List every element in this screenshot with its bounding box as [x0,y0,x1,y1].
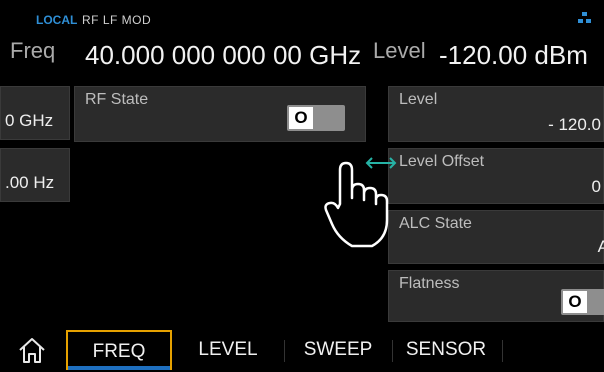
rf-state-panel[interactable]: RF State O [74,86,366,142]
level-panel-label: Level [399,91,438,108]
network-icon [578,12,592,24]
tab-divider [284,340,285,362]
tab-freq-active-indicator [68,366,170,370]
flatness-toggle[interactable]: O [561,289,604,315]
tab-level[interactable]: LEVEL [180,330,276,370]
level-offset-panel[interactable]: Level Offset 0 [388,148,604,204]
frequency-card[interactable]: 0 GHz [0,86,70,140]
level-value[interactable]: -120.00 dBm [439,40,588,71]
level-panel-value: - 120.0 [548,115,601,134]
level-panel[interactable]: Level - 120.0 [388,86,604,142]
tab-divider [502,340,503,362]
parameter-header: Freq 40.000 000 000 00 GHz Level -120.00… [0,32,604,72]
level-offset-label: Level Offset [399,153,485,170]
alc-state-label: ALC State [399,215,472,232]
frequency-card-value: 0 GHz [5,111,54,130]
flatness-toggle-knob: O [563,291,587,313]
tab-sweep[interactable]: SWEEP [290,330,386,370]
alc-state-value: A [597,237,604,256]
tab-sensor-label: SENSOR [405,339,487,360]
flatness-panel[interactable]: Flatness O [388,270,604,322]
frequency-step-card-value: .00 Hz [5,173,55,192]
tab-sweep-label: SWEEP [303,339,373,360]
local-indicator: LOCAL [36,13,78,27]
alc-state-panel[interactable]: ALC State A [388,210,604,264]
hand-pointer-icon [324,161,389,248]
home-icon[interactable] [16,334,48,366]
level-offset-value: 0 [591,177,601,196]
rf-state-toggle-knob: O [289,107,313,129]
level-label: Level [373,38,426,63]
tab-freq-label: FREQ [92,341,146,362]
status-bar: LOCAL RF LF MOD [0,0,604,28]
tab-level-label: LEVEL [198,339,258,360]
tab-sensor[interactable]: SENSOR [396,330,496,370]
tab-freq[interactable]: FREQ [66,330,172,370]
rf-state-label: RF State [85,91,149,108]
rf-state-toggle[interactable]: O [287,105,345,131]
frequency-step-card[interactable]: .00 Hz [0,148,70,202]
status-flags: RF LF MOD [82,13,152,27]
freq-value[interactable]: 40.000 000 000 00 GHz [85,40,361,71]
freq-label: Freq [10,38,56,63]
bottom-tab-bar: FREQ LEVEL SWEEP SENSOR [0,322,604,370]
flatness-label: Flatness [399,275,460,292]
tab-divider [392,340,393,362]
